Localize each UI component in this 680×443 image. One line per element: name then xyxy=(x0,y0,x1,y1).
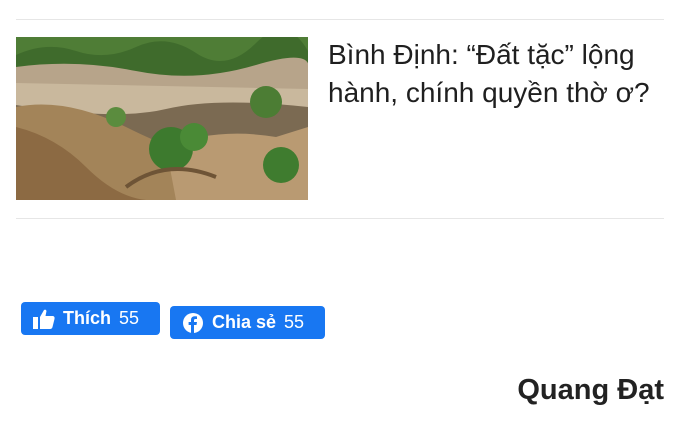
share-count: 55 xyxy=(284,312,305,332)
article-headline[interactable]: Bình Định: “Đất tặc” lộng hành, chính qu… xyxy=(328,36,664,112)
thumbs-up-icon xyxy=(33,308,55,330)
related-article-card[interactable]: Bình Định: “Đất tặc” lộng hành, chính qu… xyxy=(16,37,664,201)
top-divider xyxy=(16,19,664,20)
author-byline: Quang Đạt xyxy=(517,374,664,406)
like-button[interactable]: Thích 55 xyxy=(21,302,160,335)
facebook-icon xyxy=(182,312,204,334)
section-divider xyxy=(16,218,664,219)
like-label: Thích xyxy=(63,308,111,328)
share-button[interactable]: Chia sẻ 55 xyxy=(170,306,325,339)
share-label: Chia sẻ xyxy=(212,312,277,332)
landslide-photo xyxy=(16,37,308,200)
article-thumbnail[interactable] xyxy=(16,37,308,200)
like-count: 55 xyxy=(119,308,140,328)
